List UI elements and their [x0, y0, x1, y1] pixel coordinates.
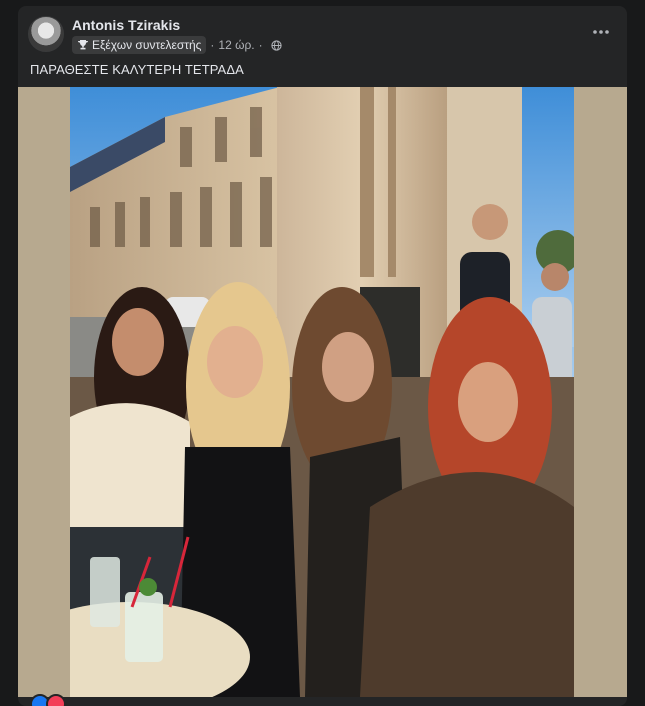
post-card: Antonis Tzirakis Εξέχων συντελεστής · 12… — [18, 6, 627, 706]
meta-separator-2: · — [258, 38, 263, 52]
author-avatar[interactable] — [28, 16, 64, 52]
photo-frame[interactable] — [18, 87, 627, 697]
post-time[interactable]: 12 ώρ. — [218, 38, 254, 52]
meta-separator: · — [210, 38, 215, 52]
more-options-icon — [593, 30, 609, 34]
post-photo[interactable] — [70, 87, 574, 697]
love-reaction-icon — [46, 694, 66, 706]
post-text: ΠΑΡΑΘΕΣΤΕ ΚΑΛΥΤΕΡΗ ΤΕΤΡΑΔΑ — [30, 62, 244, 77]
trophy-icon — [77, 40, 89, 50]
author-name[interactable]: Antonis Tzirakis — [72, 17, 180, 33]
more-options-button[interactable] — [589, 20, 613, 44]
reaction-icons[interactable] — [30, 694, 66, 706]
post-header: Antonis Tzirakis Εξέχων συντελεστής · 12… — [18, 6, 627, 58]
globe-icon[interactable] — [271, 39, 282, 51]
contributor-badge[interactable]: Εξέχων συντελεστής — [72, 36, 207, 54]
badge-label: Εξέχων συντελεστής — [92, 38, 202, 52]
post-meta: Εξέχων συντελεστής · 12 ώρ. · — [72, 36, 282, 54]
